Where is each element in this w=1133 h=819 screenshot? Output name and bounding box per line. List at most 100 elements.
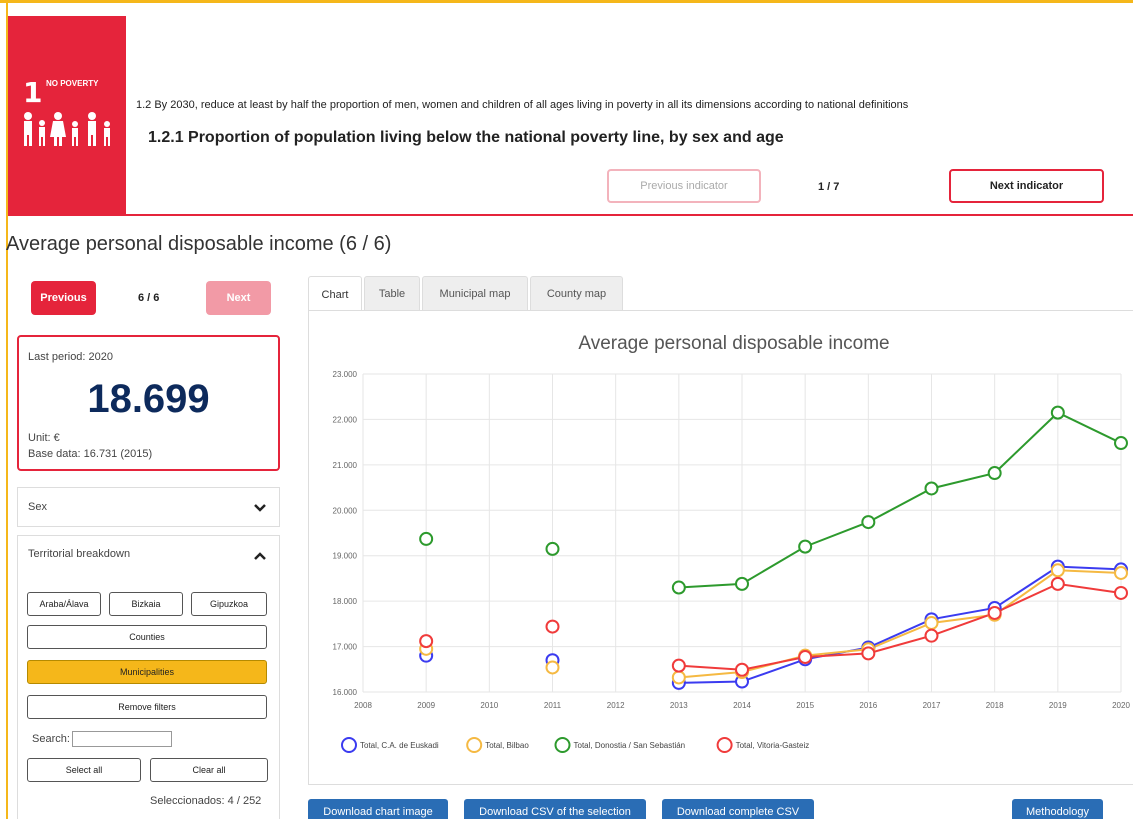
- stat-base-data: Base data: 16.731 (2015): [28, 448, 153, 460]
- data-point: [987, 466, 1002, 481]
- x-tick-label: 2011: [544, 701, 562, 710]
- legend-label: Total, Bilbao: [485, 741, 529, 750]
- previous-button[interactable]: Previous: [31, 281, 96, 315]
- data-point: [924, 615, 939, 630]
- data-point: [798, 539, 813, 554]
- y-tick-label: 20.000: [333, 506, 358, 515]
- clear-all-button[interactable]: Clear all: [150, 758, 268, 782]
- territorial-accordion-label: Territorial breakdown: [28, 548, 131, 560]
- x-tick-label: 2020: [1112, 701, 1130, 710]
- sex-accordion[interactable]: Sex: [17, 487, 280, 527]
- selected-count: Seleccionados: 4 / 252: [150, 795, 262, 807]
- search-label: Search:: [32, 733, 70, 745]
- indicator-title: 1.2.1 Proportion of population living be…: [148, 129, 784, 146]
- data-point: [987, 605, 1002, 620]
- banner-divider: [126, 214, 1133, 216]
- x-tick-label: 2010: [480, 701, 498, 710]
- x-tick-label: 2019: [1049, 701, 1067, 710]
- stat-box: Last period: 2020 18.699 Unit: € Base da…: [17, 335, 280, 471]
- x-tick-label: 2008: [354, 701, 372, 710]
- data-point: [861, 515, 876, 530]
- data-point: [1114, 436, 1128, 451]
- data-point: [545, 541, 560, 556]
- methodology-button[interactable]: Methodology: [1012, 799, 1103, 819]
- legend-label: Total, Donostia / San Sebastián: [574, 741, 686, 750]
- family-icon: [24, 112, 110, 146]
- x-tick-label: 2013: [670, 701, 688, 710]
- legend-marker: [716, 737, 733, 753]
- top-border: [0, 0, 1133, 3]
- chart-panel: Average personal disposable income 16.000…: [308, 310, 1133, 785]
- x-tick-label: 2012: [607, 701, 625, 710]
- x-tick-label: 2015: [796, 701, 814, 710]
- data-point: [798, 650, 813, 665]
- tab-municipal-map[interactable]: Municipal map: [422, 276, 528, 311]
- target-text: 1.2 By 2030, reduce at least by half the…: [136, 99, 909, 111]
- data-point: [671, 658, 686, 673]
- tab-chart[interactable]: Chart: [308, 276, 362, 312]
- y-tick-label: 18.000: [333, 597, 358, 606]
- goal-name: NO POVERTY: [46, 79, 99, 88]
- chart-title: Average personal disposable income: [578, 333, 889, 354]
- x-tick-label: 2018: [986, 701, 1004, 710]
- legend-marker: [341, 737, 357, 753]
- y-tick-label: 17.000: [333, 643, 358, 652]
- indicator-pager: 1 / 7: [818, 181, 840, 193]
- data-point: [924, 481, 939, 496]
- counties-button[interactable]: Counties: [27, 625, 267, 649]
- previous-indicator-button[interactable]: Previous indicator: [607, 169, 761, 203]
- data-point: [1114, 585, 1128, 600]
- data-point: [671, 580, 686, 595]
- tab-county-map[interactable]: County map: [530, 276, 623, 311]
- data-point: [735, 662, 749, 677]
- select-all-button[interactable]: Select all: [27, 758, 141, 782]
- x-tick-label: 2016: [859, 701, 877, 710]
- goal-badge: 1 NO POVERTY: [8, 16, 126, 216]
- data-point: [419, 634, 434, 649]
- chevron-up-icon[interactable]: [253, 551, 267, 561]
- data-point: [735, 576, 749, 591]
- data-point: [1050, 576, 1065, 591]
- download-complete-csv-button[interactable]: Download complete CSV: [662, 799, 814, 819]
- next-button[interactable]: Next: [206, 281, 271, 315]
- y-tick-label: 21.000: [333, 461, 358, 470]
- data-point: [924, 628, 939, 643]
- data-point: [1114, 565, 1128, 580]
- y-tick-label: 22.000: [333, 415, 358, 424]
- municipalities-button[interactable]: Municipalities: [27, 660, 267, 684]
- remove-filters-button[interactable]: Remove filters: [27, 695, 267, 719]
- data-point: [1050, 563, 1065, 578]
- data-point: [861, 646, 876, 661]
- x-tick-label: 2014: [733, 701, 751, 710]
- data-point: [419, 531, 434, 546]
- search-input[interactable]: [72, 731, 172, 747]
- sub-indicator-pager: 6 / 6: [138, 292, 160, 304]
- data-point: [671, 670, 686, 685]
- legend-label: Total, C.A. de Euskadi: [360, 741, 439, 750]
- stat-unit: Unit: €: [28, 432, 60, 444]
- territory-button-araba[interactable]: Araba/Álava: [27, 592, 101, 616]
- goal-number: 1: [23, 76, 43, 109]
- download-chart-image-button[interactable]: Download chart image: [308, 799, 448, 819]
- x-tick-label: 2009: [417, 701, 435, 710]
- sex-accordion-label: Sex: [28, 501, 47, 513]
- tab-table[interactable]: Table: [364, 276, 420, 311]
- x-tick-label: 2017: [923, 701, 941, 710]
- series-line: [678, 582, 1122, 671]
- next-indicator-button[interactable]: Next indicator: [949, 169, 1104, 203]
- stat-value: 18.699: [87, 377, 210, 421]
- territory-button-bizkaia[interactable]: Bizkaia: [109, 592, 183, 616]
- y-tick-label: 16.000: [333, 688, 358, 697]
- stat-period: Last period: 2020: [28, 351, 114, 363]
- download-csv-selection-button[interactable]: Download CSV of the selection: [464, 799, 646, 819]
- territory-button-gipuzkoa[interactable]: Gipuzkoa: [191, 592, 267, 616]
- legend-marker: [554, 737, 571, 753]
- chevron-down-icon: [254, 504, 266, 512]
- y-tick-label: 23.000: [333, 370, 358, 379]
- line-chart: Average personal disposable income 16.000…: [333, 333, 1130, 753]
- legend-label: Total, Vitoria-Gasteiz: [736, 741, 810, 750]
- section-title: Average personal disposable income (6 / …: [6, 233, 392, 255]
- legend-marker: [466, 737, 483, 753]
- y-tick-label: 19.000: [333, 552, 358, 561]
- data-point: [545, 660, 560, 675]
